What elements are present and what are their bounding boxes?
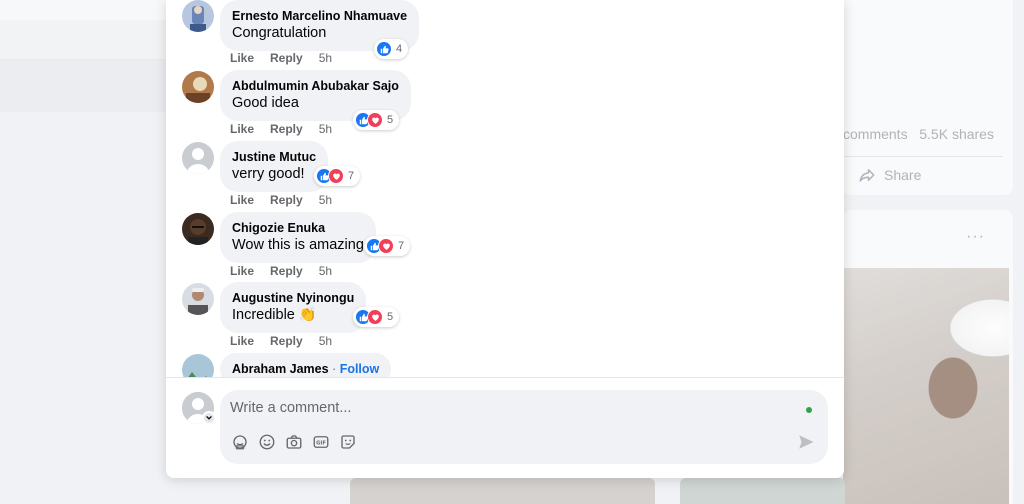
comment-actions: Like Reply 5h — [230, 51, 332, 65]
reaction-count: 5 — [387, 311, 394, 323]
follow-separator: · — [328, 362, 340, 376]
comment-text: Wow this is amazing — [232, 237, 364, 253]
avatar[interactable] — [182, 213, 214, 245]
composer-tools: GIF — [230, 432, 357, 451]
comment-author[interactable]: Abdulmumin Abubakar Sajo — [232, 78, 399, 94]
reply-link[interactable]: Reply — [270, 334, 303, 348]
comment-author[interactable]: Justine Mutuc — [232, 149, 316, 165]
comment-composer: GIF — [220, 390, 828, 464]
comment-actions: Like Reply 5h — [230, 193, 332, 207]
reply-link[interactable]: Reply — [270, 51, 303, 65]
emoji-icon[interactable] — [257, 432, 276, 451]
reaction-summary[interactable]: 4 — [374, 39, 409, 59]
reply-link[interactable]: Reply — [270, 122, 303, 136]
online-status-dot — [806, 407, 812, 413]
avatar[interactable] — [182, 0, 214, 32]
love-reaction-icon — [367, 309, 383, 325]
comment-author[interactable]: Chigozie Enuka — [232, 220, 364, 236]
camera-icon[interactable] — [284, 432, 303, 451]
comment-actions: Like Reply 5h — [230, 264, 332, 278]
comment-input[interactable] — [230, 398, 790, 418]
svg-text:GIF: GIF — [316, 440, 326, 446]
reaction-summary[interactable]: 7 — [364, 236, 411, 256]
comment-text-content: Incredible — [232, 307, 295, 323]
avatar[interactable] — [182, 71, 214, 103]
like-link[interactable]: Like — [230, 51, 254, 65]
reaction-summary[interactable]: 5 — [353, 307, 400, 327]
reaction-summary[interactable]: 5 — [353, 110, 400, 130]
reaction-count: 7 — [398, 240, 405, 252]
comment-author-line: Abraham James · Follow — [232, 361, 379, 377]
comment-timestamp[interactable]: 5h — [319, 334, 332, 348]
send-icon[interactable] — [797, 433, 815, 451]
like-link[interactable]: Like — [230, 334, 254, 348]
share-icon — [859, 169, 875, 182]
comment-author[interactable]: Ernesto Marcelino Nhamuave — [232, 8, 407, 24]
bg-share-button[interactable]: Share — [858, 166, 921, 184]
bg-shares-count[interactable]: 5.5K shares — [919, 126, 994, 142]
sticker-icon[interactable] — [338, 432, 357, 451]
like-reaction-icon — [376, 41, 392, 57]
comment-actions: Like Reply 5h — [230, 122, 332, 136]
avatar[interactable] — [182, 283, 214, 315]
comment-bubble: Augustine Nyinongu Incredible 👏 — [220, 282, 367, 333]
bg-bottom-photo-2 — [680, 478, 845, 504]
love-reaction-icon — [367, 112, 383, 128]
comment-timestamp[interactable]: 5h — [319, 51, 332, 65]
comment-author[interactable]: Augustine Nyinongu — [232, 290, 354, 306]
composer-divider — [166, 377, 844, 378]
comment-bubble: Justine Mutuc verry good! — [220, 141, 329, 192]
gif-icon[interactable]: GIF — [311, 432, 330, 451]
reaction-count: 4 — [396, 43, 403, 55]
avatar[interactable] — [182, 354, 214, 377]
chevron-down-icon[interactable] — [202, 411, 216, 425]
comment-text: Incredible 👏 — [232, 306, 354, 325]
comment-author[interactable]: Abraham James — [232, 362, 329, 376]
like-link[interactable]: Like — [230, 264, 254, 278]
like-link[interactable]: Like — [230, 122, 254, 136]
comment-timestamp[interactable]: 5h — [319, 122, 332, 136]
comment-timestamp[interactable]: 5h — [319, 193, 332, 207]
reply-link[interactable]: Reply — [270, 264, 303, 278]
love-reaction-icon — [328, 168, 344, 184]
like-link[interactable]: Like — [230, 193, 254, 207]
comment-bubble: Abraham James · Follow — [220, 353, 392, 377]
comments-dialog: Ernesto Marcelino Nhamuave Congratulatio… — [166, 0, 844, 478]
bg-share-label: Share — [884, 167, 922, 183]
reaction-count: 5 — [387, 114, 394, 126]
more-options-icon[interactable]: ··· — [966, 228, 985, 246]
avatar[interactable] — [182, 142, 214, 174]
bg-comments-count[interactable]: comments — [843, 126, 908, 142]
bg-post-photo[interactable] — [843, 268, 1009, 504]
clap-emoji-icon: 👏 — [298, 307, 317, 323]
comment-bubble: Chigozie Enuka Wow this is amazing — [220, 212, 376, 263]
bg-post-stats: comments 5.5K shares — [843, 126, 994, 142]
comment-actions: Like Reply 5h — [230, 334, 332, 348]
comment-list[interactable]: Ernesto Marcelino Nhamuave Congratulatio… — [166, 0, 844, 377]
follow-link[interactable]: Follow — [340, 362, 380, 376]
bg-bottom-photo-1 — [350, 478, 655, 504]
reply-link[interactable]: Reply — [270, 193, 303, 207]
comment-timestamp[interactable]: 5h — [319, 264, 332, 278]
reaction-summary[interactable]: 7 — [314, 166, 361, 186]
bg-divider — [843, 156, 1003, 157]
love-reaction-icon — [378, 238, 394, 254]
avatar-sticker-icon[interactable] — [230, 432, 249, 451]
reaction-count: 7 — [348, 170, 355, 182]
comment-text: verry good! — [232, 166, 305, 182]
